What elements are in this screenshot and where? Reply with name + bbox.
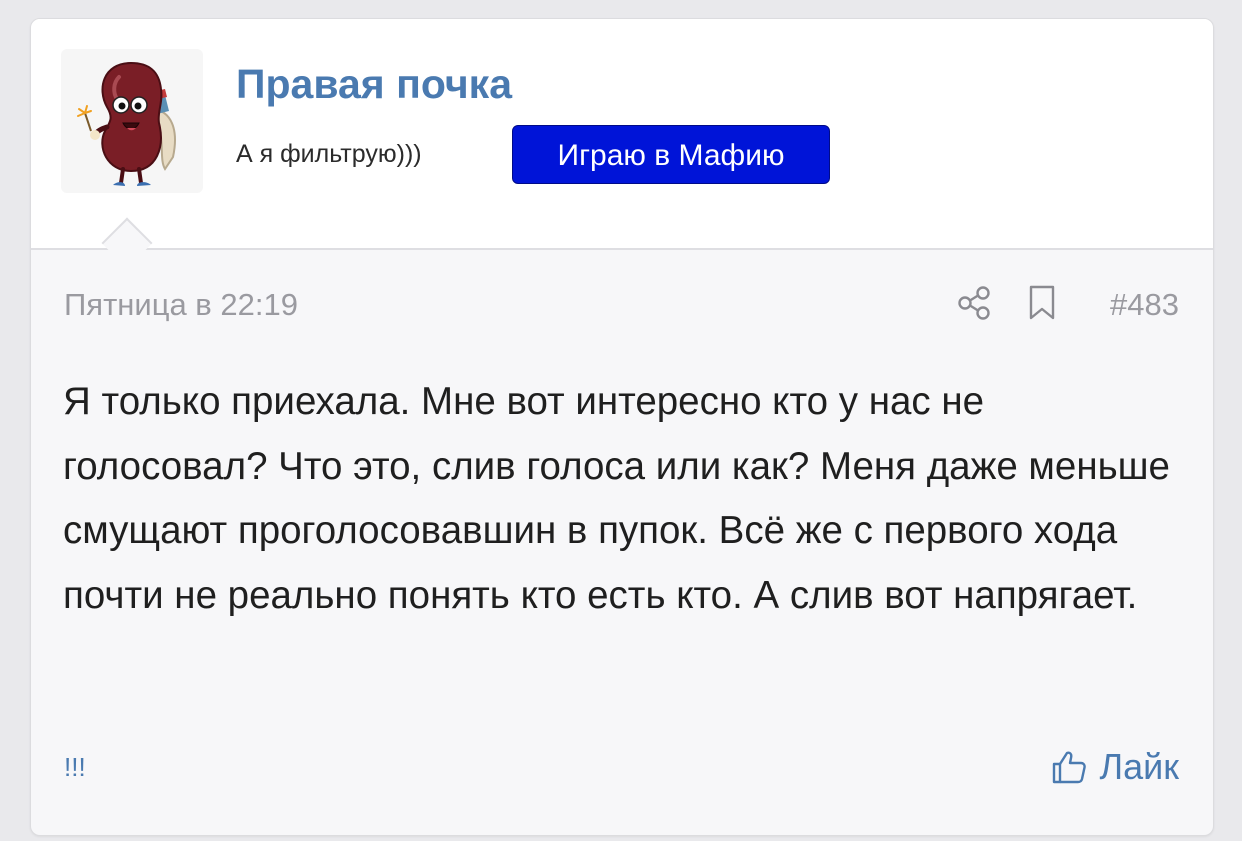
post-card: Правая почка А я фильтрую))) Играю в Маф… (30, 18, 1214, 836)
role-badge: Играю в Мафию (512, 125, 830, 184)
thumbs-up-icon (1051, 749, 1087, 785)
reaction-text[interactable]: !!! (64, 752, 86, 783)
kidney-character-icon (77, 61, 176, 186)
like-button[interactable]: Лайк (1051, 745, 1179, 789)
author-name-link[interactable]: Правая почка (236, 61, 512, 108)
post-number-link[interactable]: #483 (1110, 287, 1179, 323)
bookmark-icon[interactable] (1028, 285, 1056, 321)
author-avatar[interactable] (61, 49, 203, 193)
post-header: Правая почка А я фильтрую))) Играю в Маф… (31, 19, 1213, 250)
post-message: Я только приехала. Мне вот интересно кто… (63, 380, 1170, 617)
share-icon[interactable] (956, 285, 992, 321)
author-status-text: А я фильтрую))) (236, 140, 422, 168)
post-timestamp: Пятница в 22:19 (64, 287, 298, 322)
like-label: Лайк (1099, 746, 1179, 787)
